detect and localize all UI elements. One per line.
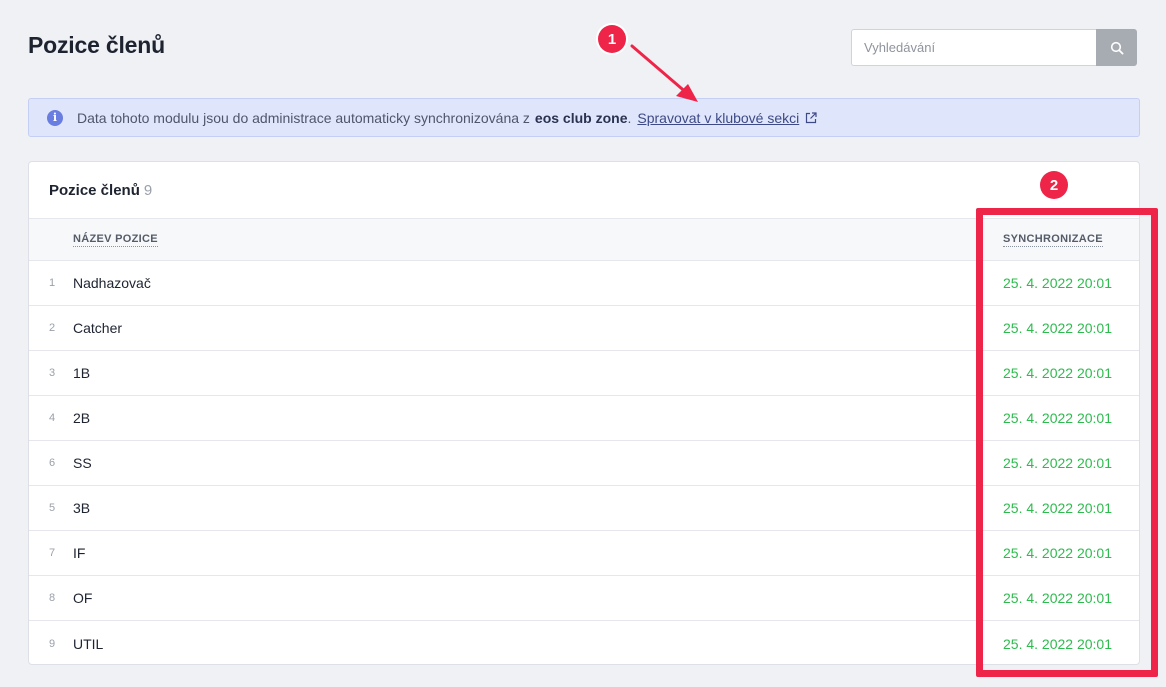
search-icon xyxy=(1110,41,1124,55)
card-header: Pozice členů 9 xyxy=(29,162,1139,219)
position-name: 2B xyxy=(73,410,91,426)
table-row[interactable]: 9 UTIL 25. 4. 2022 20:01 xyxy=(29,621,1139,666)
position-name: Catcher xyxy=(73,320,123,336)
sync-timestamp: 25. 4. 2022 20:01 xyxy=(1003,320,1112,336)
position-name: 1B xyxy=(73,365,91,381)
position-name: OF xyxy=(73,590,93,606)
search-input[interactable] xyxy=(851,29,1096,66)
positions-card: Pozice členů 9 NÁZEV POZICE SYNCHRONIZAC… xyxy=(28,161,1140,665)
position-name: UTIL xyxy=(73,635,104,652)
column-header-name[interactable]: NÁZEV POZICE xyxy=(73,233,158,247)
table-row[interactable]: 1 Nadhazovač 25. 4. 2022 20:01 xyxy=(29,261,1139,306)
table-row[interactable]: 4 2B 25. 4. 2022 20:01 xyxy=(29,396,1139,441)
row-number: 7 xyxy=(49,547,56,559)
annotation-badge-1: 1 xyxy=(598,25,626,53)
page-title: Pozice členů xyxy=(28,32,165,58)
sync-timestamp: 25. 4. 2022 20:01 xyxy=(1003,365,1112,381)
sync-timestamp: 25. 4. 2022 20:01 xyxy=(1003,455,1112,471)
card-count: 9 xyxy=(143,181,153,199)
info-text: Data tohoto modulu jsou do administrace … xyxy=(77,109,530,126)
external-link-icon[interactable] xyxy=(805,111,817,124)
row-number: 1 xyxy=(49,277,56,289)
sync-timestamp: 25. 4. 2022 20:01 xyxy=(1003,410,1112,426)
table-row[interactable]: 8 OF 25. 4. 2022 20:01 xyxy=(29,576,1139,621)
row-number: 8 xyxy=(49,592,56,604)
sync-timestamp: 25. 4. 2022 20:01 xyxy=(1003,500,1112,516)
table-body: 1 Nadhazovač 25. 4. 2022 20:01 2 Catcher 25. … xyxy=(29,261,1139,666)
sync-timestamp: 25. 4. 2022 20:01 xyxy=(1003,275,1112,291)
table-row[interactable]: 6 SS 25. 4. 2022 20:01 xyxy=(29,441,1139,486)
table-row[interactable]: 7 IF 25. 4. 2022 20:01 xyxy=(29,531,1139,576)
sync-timestamp: 25. 4. 2022 20:01 xyxy=(1003,545,1112,561)
annotation-badge-2: 2 xyxy=(1040,171,1068,199)
manage-club-link[interactable]: Spravovat v klubové sekci xyxy=(637,110,799,126)
row-number: 4 xyxy=(49,412,56,424)
row-number: 9 xyxy=(49,637,56,650)
search-button[interactable] xyxy=(1096,29,1137,66)
sync-timestamp: 25. 4. 2022 20:01 xyxy=(1003,635,1112,652)
row-number: 3 xyxy=(49,367,56,379)
table-header: NÁZEV POZICE SYNCHRONIZACE xyxy=(29,219,1139,261)
position-name: IF xyxy=(73,545,86,561)
info-banner: i Data tohoto modulu jsou do administrac… xyxy=(28,98,1140,137)
table-row[interactable]: 2 Catcher 25. 4. 2022 20:01 xyxy=(29,306,1139,351)
row-number: 6 xyxy=(49,457,56,469)
info-dot: . xyxy=(627,109,632,126)
table-row[interactable]: 5 3B 25. 4. 2022 20:01 xyxy=(29,486,1139,531)
table-row[interactable]: 3 1B 25. 4. 2022 20:01 xyxy=(29,351,1139,396)
info-icon: i xyxy=(47,109,63,126)
row-number: 2 xyxy=(49,322,56,334)
row-number: 5 xyxy=(49,502,56,514)
card-title: Pozice členů xyxy=(49,181,140,199)
position-name: SS xyxy=(73,455,92,471)
info-brand: eos club zone xyxy=(534,109,628,126)
sync-timestamp: 25. 4. 2022 20:01 xyxy=(1003,590,1112,606)
position-name: Nadhazovač xyxy=(73,275,151,291)
column-header-sync[interactable]: SYNCHRONIZACE xyxy=(1003,233,1103,247)
position-name: 3B xyxy=(73,500,91,516)
search-box xyxy=(851,29,1137,66)
